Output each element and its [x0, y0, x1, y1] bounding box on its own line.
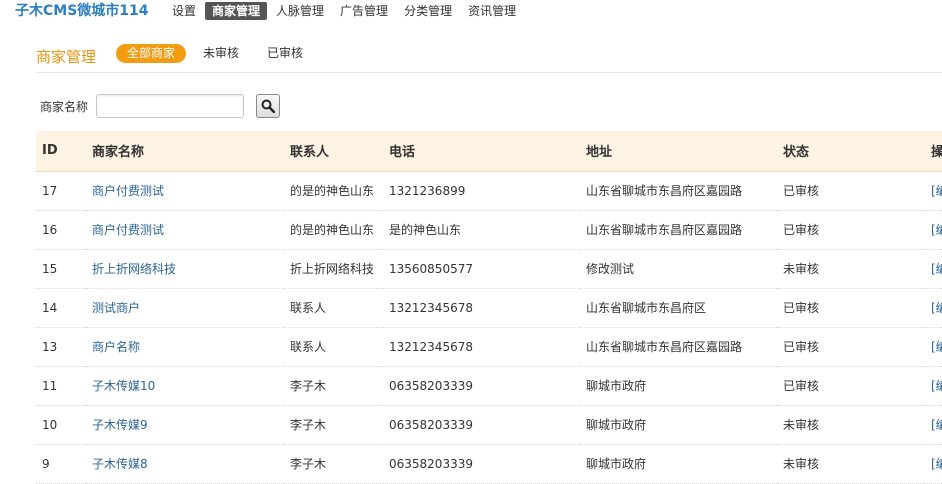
column-header-name: 商家名称 [86, 131, 284, 172]
cell-status: 未审核 [777, 444, 925, 484]
merchant-name-link[interactable]: 子木传媒8 [86, 444, 284, 484]
merchant-table: ID 商家名称 联系人 电话 地址 状态 操 17 商户付费测试 的是的神色山东… [36, 131, 942, 484]
cell-address: 山东省聊城市东昌府区嘉园路 [580, 171, 777, 211]
column-header-id: ID [36, 131, 86, 172]
edit-link[interactable]: [编 [925, 249, 942, 289]
edit-link[interactable]: [编 [925, 444, 942, 484]
nav-item-news[interactable]: 资讯管理 [461, 2, 523, 20]
cell-status: 已审核 [777, 366, 925, 406]
cell-id: 17 [36, 171, 86, 211]
table-row: 13 商户名称 联系人 13212345678 山东省聊城市东昌府区嘉园路 已审… [36, 327, 942, 367]
table-row: 10 子木传媒9 李子木 06358203339 聊城市政府 未审核 [编 [36, 405, 942, 445]
page-title: 商家管理 [36, 48, 97, 66]
merchant-table-wrapper: ID 商家名称 联系人 电话 地址 状态 操 17 商户付费测试 的是的神色山东… [36, 131, 942, 484]
cell-contact: 折上折网络科技 [284, 249, 383, 289]
cell-phone: 13560850577 [383, 249, 580, 289]
cell-id: 14 [36, 288, 86, 328]
cell-phone: 是的神色山东 [383, 210, 580, 250]
table-row: 15 折上折网络科技 折上折网络科技 13560850577 修改测试 未审核 … [36, 249, 942, 289]
merchant-name-link[interactable]: 商户付费测试 [86, 210, 284, 250]
edit-link[interactable]: [编 [925, 210, 942, 250]
cell-phone: 06358203339 [383, 444, 580, 484]
column-header-status: 状态 [777, 131, 925, 172]
nav-item-categories[interactable]: 分类管理 [397, 2, 459, 20]
filter-tabs: 全部商家 未审核 已审核 [116, 44, 320, 63]
cell-address: 山东省聊城市东昌府区嘉园路 [580, 327, 777, 367]
cell-contact: 李子木 [284, 405, 383, 445]
cell-address: 山东省聊城市东昌府区嘉园路 [580, 210, 777, 250]
main-nav: 设置 商家管理 人脉管理 广告管理 分类管理 资讯管理 [165, 2, 525, 20]
merchant-name-link[interactable]: 商户付费测试 [86, 171, 284, 211]
cell-id: 13 [36, 327, 86, 367]
nav-item-settings[interactable]: 设置 [165, 2, 203, 20]
table-row: 17 商户付费测试 的是的神色山东 1321236899 山东省聊城市东昌府区嘉… [36, 171, 942, 211]
table-header-row: ID 商家名称 联系人 电话 地址 状态 操 [36, 131, 942, 172]
merchant-name-link[interactable]: 商户名称 [86, 327, 284, 367]
cell-contact: 李子木 [284, 366, 383, 406]
search-button[interactable] [256, 94, 281, 118]
nav-item-merchants[interactable]: 商家管理 [205, 2, 268, 20]
cell-status: 已审核 [777, 210, 925, 250]
cell-phone: 06358203339 [383, 405, 580, 445]
column-header-address: 地址 [580, 131, 777, 172]
nav-item-ads[interactable]: 广告管理 [333, 2, 395, 20]
search-icon [261, 99, 276, 113]
table-row: 9 子木传媒8 李子木 06358203339 聊城市政府 未审核 [编 [36, 444, 942, 484]
tab-all-merchants[interactable]: 全部商家 [116, 44, 187, 63]
cell-status: 未审核 [777, 249, 925, 289]
cell-status: 已审核 [777, 327, 925, 367]
brand-logo[interactable]: 子木CMS微城市114 [15, 2, 149, 20]
cell-contact: 联系人 [284, 288, 383, 328]
cell-phone: 13212345678 [383, 327, 580, 367]
edit-link[interactable]: [编 [925, 366, 942, 406]
cell-status: 未审核 [777, 405, 925, 445]
cell-status: 已审核 [777, 171, 925, 211]
cell-contact: 联系人 [284, 327, 383, 367]
cell-status: 已审核 [777, 288, 925, 328]
cell-id: 9 [36, 444, 86, 484]
merchant-name-link[interactable]: 子木传媒9 [86, 405, 284, 445]
top-bar: 子木CMS微城市114 设置 商家管理 人脉管理 广告管理 分类管理 资讯管理 [0, 0, 942, 22]
cell-id: 11 [36, 366, 86, 406]
edit-link[interactable]: [编 [925, 288, 942, 328]
section-header: 商家管理 全部商家 未审核 已审核 [36, 42, 942, 73]
column-header-phone: 电话 [383, 131, 580, 172]
cell-contact: 的是的神色山东 [284, 210, 383, 250]
cell-id: 15 [36, 249, 86, 289]
merchant-name-link[interactable]: 测试商户 [86, 288, 284, 328]
edit-link[interactable]: [编 [925, 327, 942, 367]
tab-reviewed[interactable]: 已审核 [256, 44, 314, 63]
edit-link[interactable]: [编 [925, 405, 942, 445]
search-row: 商家名称 [40, 93, 281, 119]
cell-id: 16 [36, 210, 86, 250]
cell-contact: 李子木 [284, 444, 383, 484]
table-row: 11 子木传媒10 李子木 06358203339 聊城市政府 已审核 [编 [36, 366, 942, 406]
cell-contact: 的是的神色山东 [284, 171, 383, 211]
cell-address: 山东省聊城市东昌府区 [580, 288, 777, 328]
cell-address: 聊城市政府 [580, 444, 777, 484]
cell-phone: 13212345678 [383, 288, 580, 328]
cell-phone: 06358203339 [383, 366, 580, 406]
search-label: 商家名称 [40, 99, 89, 114]
table-row: 14 测试商户 联系人 13212345678 山东省聊城市东昌府区 已审核 [… [36, 288, 942, 328]
cell-address: 修改测试 [580, 249, 777, 289]
cell-id: 10 [36, 405, 86, 445]
nav-item-contacts[interactable]: 人脉管理 [269, 2, 331, 20]
merchant-name-search-input[interactable] [96, 94, 245, 118]
cell-address: 聊城市政府 [580, 405, 777, 445]
column-header-contact: 联系人 [284, 131, 383, 172]
table-row: 16 商户付费测试 的是的神色山东 是的神色山东 山东省聊城市东昌府区嘉园路 已… [36, 210, 942, 250]
cell-address: 聊城市政府 [580, 366, 777, 406]
merchant-name-link[interactable]: 子木传媒10 [86, 366, 284, 406]
tab-unreviewed[interactable]: 未审核 [192, 44, 250, 63]
cell-phone: 1321236899 [383, 171, 580, 211]
merchant-name-link[interactable]: 折上折网络科技 [86, 249, 284, 289]
edit-link[interactable]: [编 [925, 171, 942, 211]
column-header-actions: 操 [925, 131, 942, 172]
